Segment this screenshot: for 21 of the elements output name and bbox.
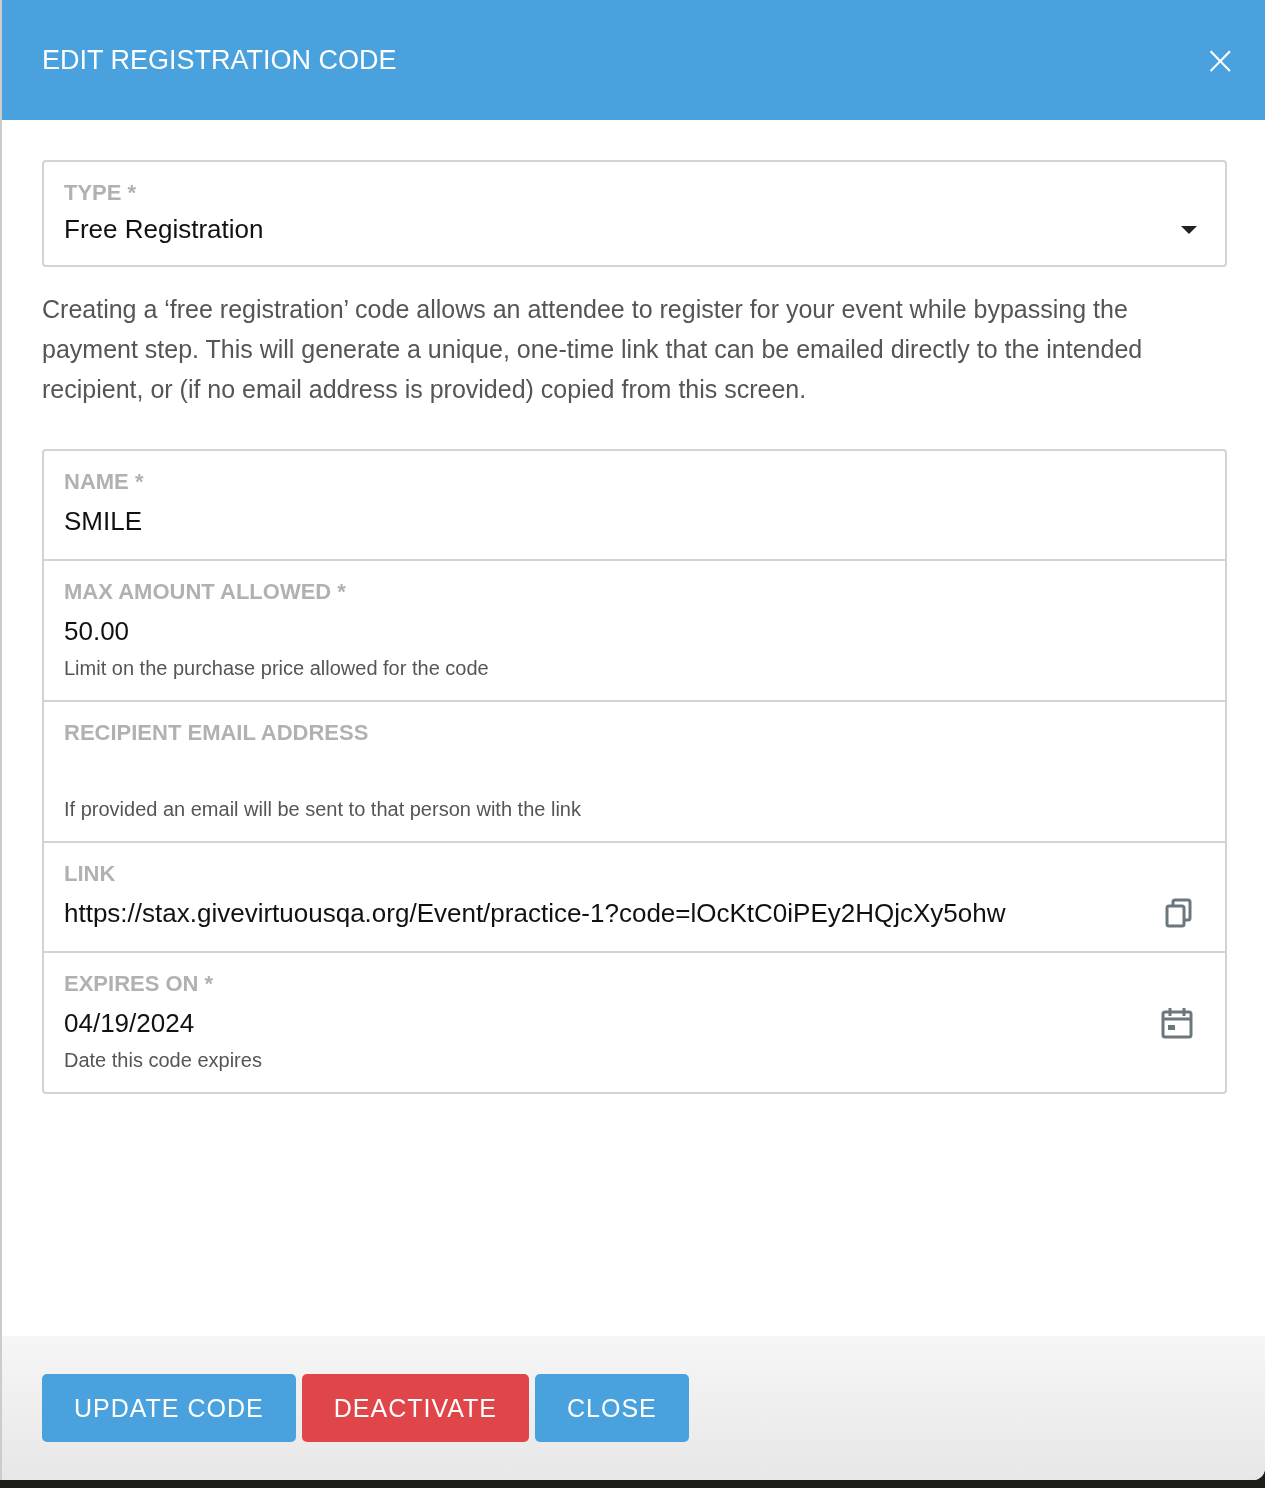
caret-icon: [1181, 225, 1197, 234]
field-label: LINK: [64, 861, 117, 887]
action-button[interactable]: DEACTIVATE: [301, 1374, 529, 1442]
input-field[interactable]: SMILE: [64, 503, 1205, 539]
field-label: TYPE *: [64, 180, 138, 206]
field-label: MAX AMOUNT ALLOWED *: [64, 579, 347, 605]
field-hint: If provided an email will be sent to that person with the link: [64, 798, 582, 821]
input-field[interactable]: https://stax.givevirtuousqa.org/Event/practice-1?code=lOcKtC0iPEy2HQjcXy5ohw: [64, 895, 1153, 931]
field-label: NAME *: [64, 469, 145, 495]
calendar-icon[interactable]: [1161, 1007, 1193, 1039]
select-value: Free Registration: [64, 214, 265, 245]
copy-icon[interactable]: [1165, 898, 1193, 928]
input-field[interactable]: 04/19/2024: [64, 1005, 1149, 1041]
input-field[interactable]: 50.00: [64, 613, 1205, 649]
field-label: EXPIRES ON *: [64, 971, 215, 997]
field-hint: Date this code expires: [64, 1049, 263, 1072]
field-label: RECIPIENT EMAIL ADDRESS: [64, 720, 370, 746]
field-hint: Limit on the purchase price allowed for the code: [64, 657, 490, 680]
description-text: Creating a ‘free registration’ code allows an attendee to register for your event while bypassing the payment step. This will generate a unique, one-time link that can be emailed directly to the intended recipient, or (if no email address is provided) copied from this screen.: [42, 294, 1144, 405]
dialog-title: EDIT REGISTRATION CODE: [42, 44, 397, 76]
type-select[interactable]: TYPE * Free Registration: [42, 160, 1227, 267]
